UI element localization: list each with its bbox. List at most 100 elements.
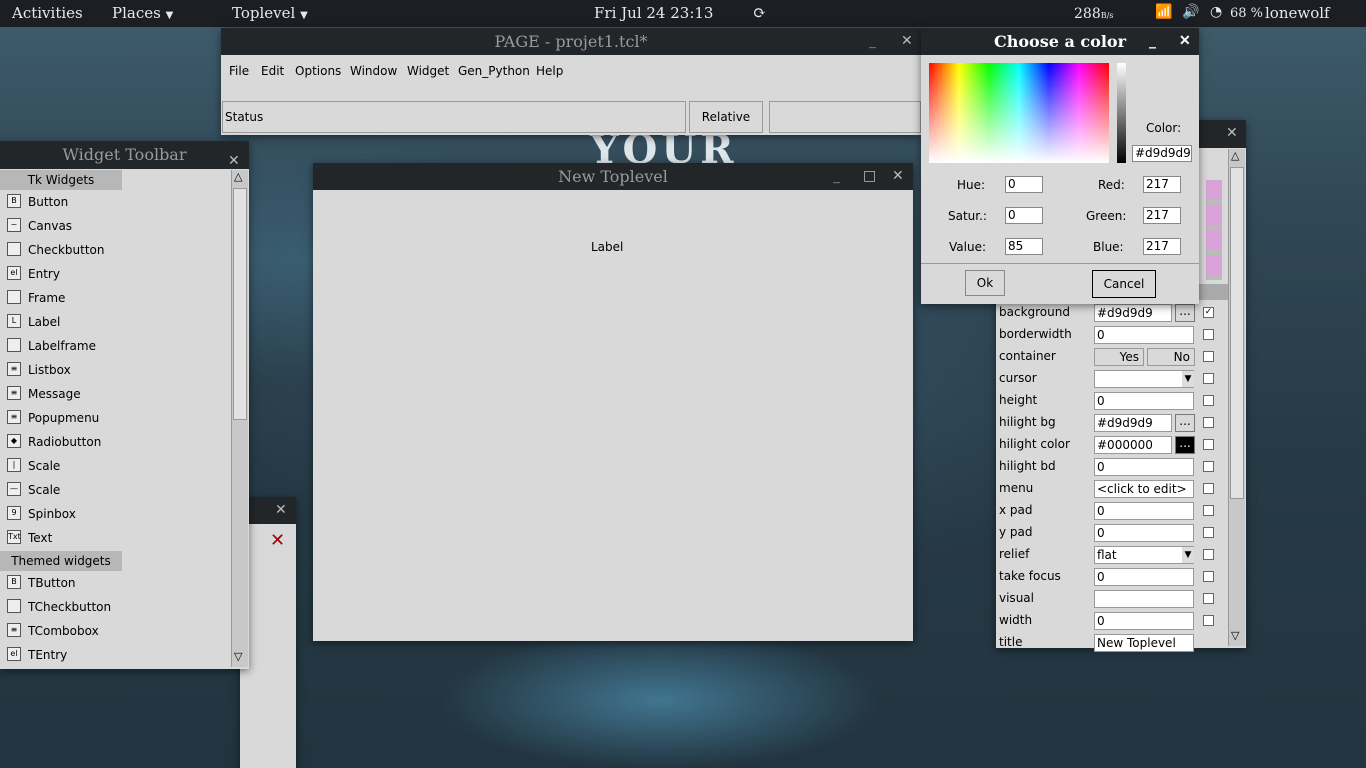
tk-widget-item[interactable]: | Scale xyxy=(4,455,230,477)
scroll-up-icon[interactable]: △ xyxy=(234,170,242,183)
ellipsis-button[interactable]: ... xyxy=(1175,436,1195,454)
tk-widget-item[interactable]: ≡ Message xyxy=(4,383,230,405)
value-slider[interactable] xyxy=(1117,63,1126,163)
menu-edit[interactable]: Edit xyxy=(261,64,284,78)
attribute-value-field[interactable]: #d9d9d9 xyxy=(1094,304,1172,322)
tk-widget-item[interactable]: ≡ Listbox xyxy=(4,359,230,381)
tk-widget-item[interactable]: Frame xyxy=(4,287,230,309)
minimize-icon[interactable]: _ xyxy=(869,28,876,55)
ok-button[interactable]: Ok xyxy=(965,270,1005,296)
container-yes-radio[interactable]: Yes xyxy=(1094,348,1144,366)
attribute-checkbox[interactable] xyxy=(1203,439,1214,450)
tk-widget-item[interactable]: Checkbutton xyxy=(4,239,230,261)
battery-icon[interactable]: ◔ xyxy=(1210,4,1222,20)
green-field[interactable]: 217 xyxy=(1143,207,1181,224)
themed-widget-item[interactable]: B TButton xyxy=(4,572,230,594)
tk-widget-item[interactable]: ~ Canvas xyxy=(4,215,230,237)
toolbar-scrollbar[interactable]: △ ▽ xyxy=(231,170,248,667)
relative-button[interactable]: Relative xyxy=(689,101,763,133)
red-field[interactable]: 217 xyxy=(1143,176,1181,193)
themed-widget-item[interactable]: TCheckbutton xyxy=(4,596,230,618)
tk-widget-item[interactable]: ◆ Radiobutton xyxy=(4,431,230,453)
page-window-titlebar[interactable]: PAGE - projet1.tcl* _ ✕ xyxy=(221,28,921,55)
tk-widget-item[interactable]: — Scale xyxy=(4,479,230,501)
attribute-value-field[interactable]: New Toplevel xyxy=(1094,634,1194,652)
label-widget[interactable]: Label xyxy=(591,240,623,254)
menu-gen-python[interactable]: Gen_Python xyxy=(458,64,530,78)
satur-field[interactable]: 0 xyxy=(1005,207,1043,224)
blue-field[interactable]: 217 xyxy=(1143,238,1181,255)
tk-widget-item[interactable]: B Button xyxy=(4,191,230,213)
attribute-checkbox[interactable] xyxy=(1203,351,1214,362)
attribute-checkbox[interactable] xyxy=(1203,483,1214,494)
attribute-checkbox[interactable] xyxy=(1203,549,1214,560)
scroll-up-icon[interactable]: △ xyxy=(1231,149,1239,162)
scroll-down-icon[interactable]: ▽ xyxy=(234,650,242,663)
close-icon[interactable]: ✕ xyxy=(1179,28,1191,55)
places-menu[interactable]: Places ▼ xyxy=(112,4,173,22)
attribute-value-field[interactable]: #d9d9d9 xyxy=(1094,414,1172,432)
maximize-icon[interactable]: □ xyxy=(863,163,876,190)
attribute-value-field[interactable]: 0 xyxy=(1094,612,1194,630)
tk-widget-item[interactable]: Txt Text xyxy=(4,527,230,549)
attribute-value-field[interactable]: 0 xyxy=(1094,524,1194,542)
menu-file[interactable]: File xyxy=(229,64,249,78)
attribute-value-field[interactable]: <click to edit> xyxy=(1094,480,1194,498)
attribute-checkbox[interactable] xyxy=(1203,615,1214,626)
menu-help[interactable]: Help xyxy=(536,64,563,78)
close-icon[interactable]: ✕ xyxy=(892,163,904,190)
attribute-value-field[interactable]: #000000 xyxy=(1094,436,1172,454)
attribute-checkbox[interactable] xyxy=(1203,417,1214,428)
volume-icon[interactable]: 🔊 xyxy=(1182,4,1199,20)
attribute-checkbox[interactable]: ✓ xyxy=(1203,307,1214,318)
refresh-icon[interactable]: ⟳ xyxy=(753,3,766,22)
close-icon[interactable]: ✕ xyxy=(901,28,913,55)
user-menu[interactable]: lonewolf xyxy=(1265,4,1330,22)
menu-options[interactable]: Options xyxy=(295,64,341,78)
close-icon[interactable]: ✕ xyxy=(1226,125,1238,141)
attribute-value-field[interactable]: 0 xyxy=(1094,458,1194,476)
minimize-icon[interactable]: _ xyxy=(833,163,840,190)
cancel-button[interactable]: Cancel xyxy=(1092,270,1156,298)
container-no-radio[interactable]: No xyxy=(1147,348,1195,366)
menu-window[interactable]: Window xyxy=(350,64,397,78)
ellipsis-button[interactable]: ... xyxy=(1175,414,1195,432)
wifi-icon[interactable]: 📶 xyxy=(1155,4,1172,20)
tk-widget-item[interactable]: L Label xyxy=(4,311,230,333)
hue-field[interactable]: 0 xyxy=(1005,176,1043,193)
hue-saturation-picker[interactable] xyxy=(929,63,1109,163)
attribute-checkbox[interactable] xyxy=(1203,571,1214,582)
menu-widget[interactable]: Widget xyxy=(407,64,449,78)
attribute-checkbox[interactable] xyxy=(1203,373,1214,384)
attribute-value-field[interactable]: 0 xyxy=(1094,502,1194,520)
scrollbar-thumb[interactable] xyxy=(1230,167,1244,499)
tk-widget-item[interactable]: 9 Spinbox xyxy=(4,503,230,525)
chevron-down-icon[interactable]: ▼ xyxy=(1182,371,1194,387)
tk-widget-item[interactable]: el Entry xyxy=(4,263,230,285)
attribute-value-field[interactable]: 0 xyxy=(1094,392,1194,410)
chevron-down-icon[interactable]: ▼ xyxy=(1182,547,1194,563)
attribute-checkbox[interactable] xyxy=(1203,527,1214,538)
attribute-checkbox[interactable] xyxy=(1203,505,1214,516)
delete-icon[interactable]: ✕ xyxy=(270,530,285,551)
attribute-scrollbar[interactable]: △ ▽ xyxy=(1228,149,1245,646)
scrollbar-thumb[interactable] xyxy=(233,188,247,420)
close-icon[interactable]: ✕ xyxy=(275,502,287,518)
attribute-checkbox[interactable] xyxy=(1203,593,1214,604)
activities-button[interactable]: Activities xyxy=(12,4,83,22)
value-field[interactable]: 85 xyxy=(1005,238,1043,255)
tk-widget-item[interactable]: Labelframe xyxy=(4,335,230,357)
scroll-down-icon[interactable]: ▽ xyxy=(1231,629,1239,642)
attribute-checkbox[interactable] xyxy=(1203,461,1214,472)
attribute-value-field[interactable]: 0 xyxy=(1094,568,1194,586)
new-toplevel-titlebar[interactable]: New Toplevel _ □ ✕ xyxy=(313,163,913,190)
themed-widget-item[interactable]: ≡ TCombobox xyxy=(4,620,230,642)
app-menu[interactable]: Toplevel ▼ xyxy=(232,4,308,22)
attribute-value-field[interactable]: 0 xyxy=(1094,326,1194,344)
clock[interactable]: Fri Jul 24 23:13 xyxy=(594,4,713,22)
attribute-value-field[interactable] xyxy=(1094,370,1194,388)
themed-widget-item[interactable]: el TEntry xyxy=(4,644,230,666)
color-hex-field[interactable]: #d9d9d9 xyxy=(1132,145,1192,162)
attribute-value-field[interactable]: flat xyxy=(1094,546,1194,564)
attribute-checkbox[interactable] xyxy=(1203,395,1214,406)
